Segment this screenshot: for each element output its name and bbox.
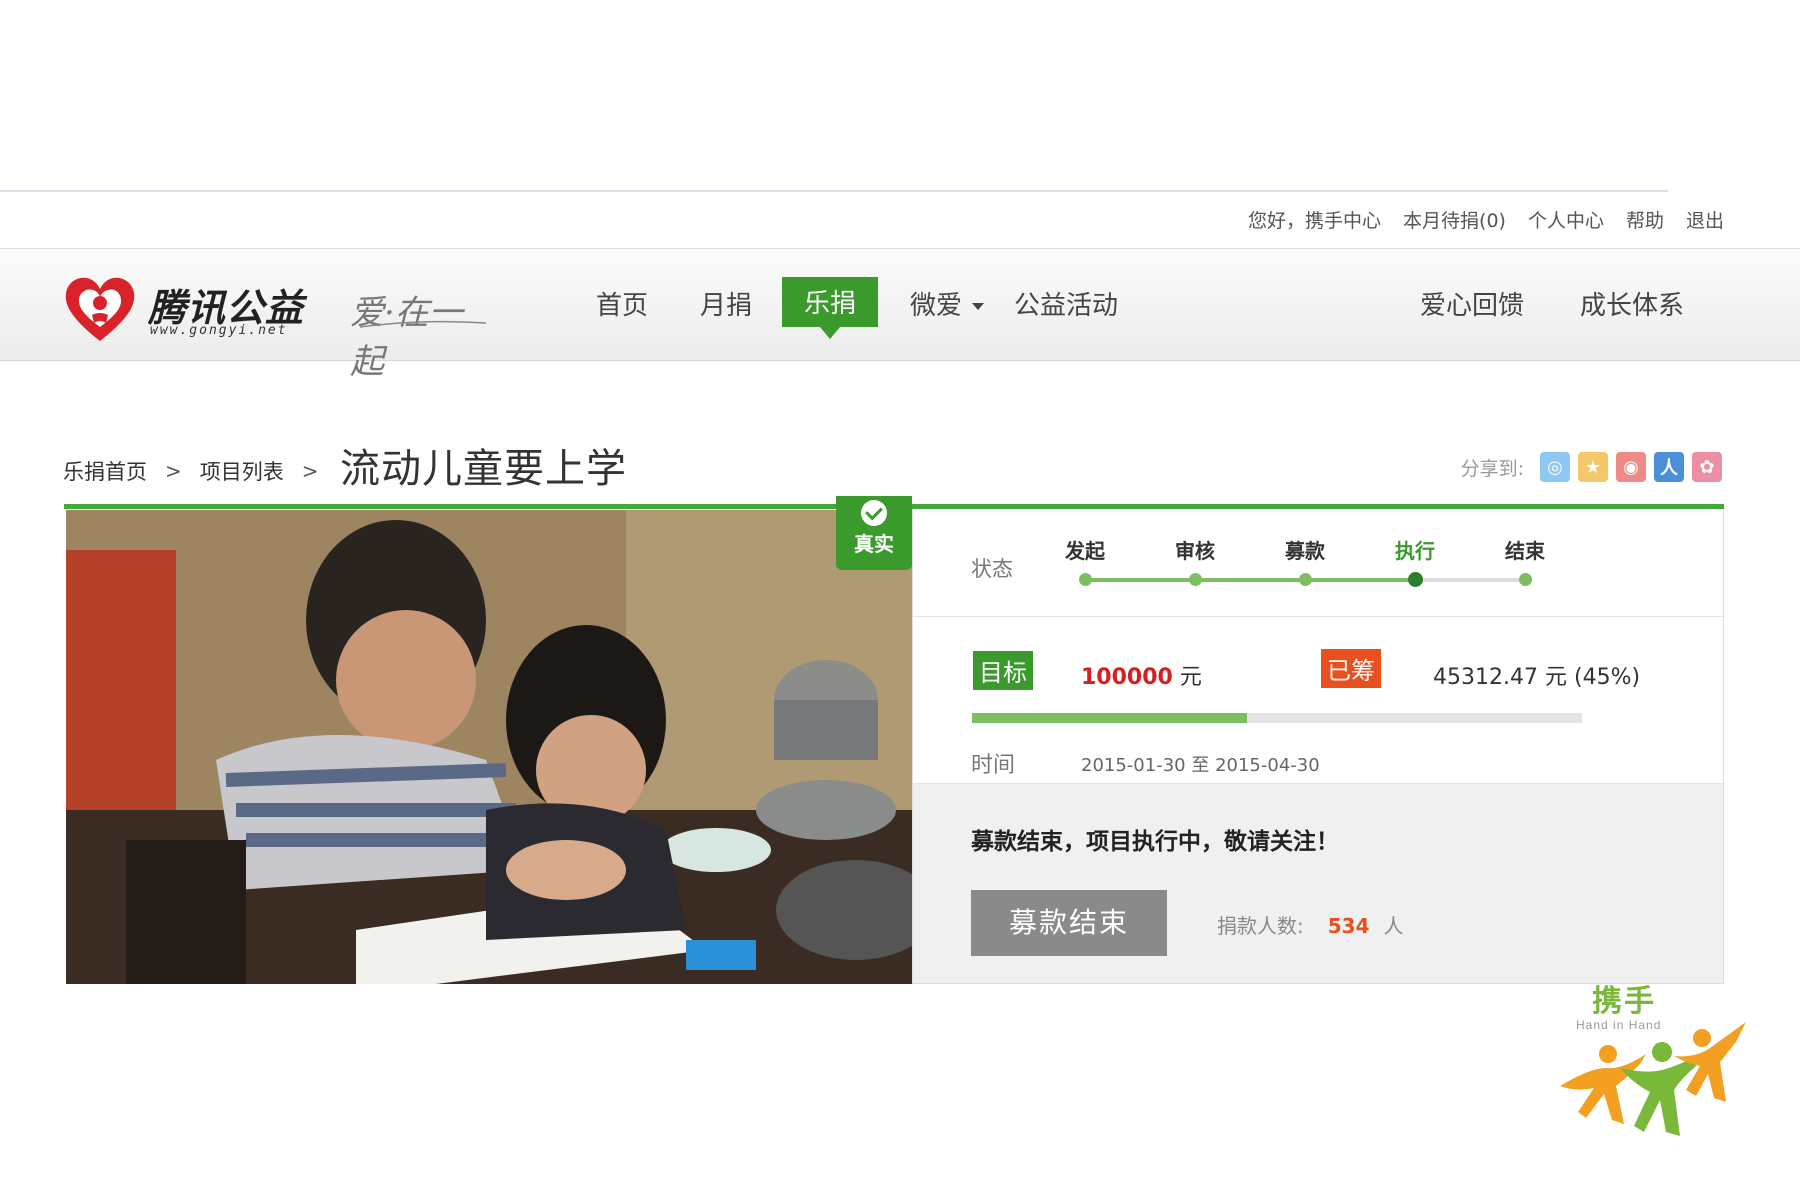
check-icon: [861, 500, 887, 526]
time-range: 2015-01-30 至 2015-04-30: [1081, 751, 1320, 777]
donor-count: 捐款人数: 534 人: [1217, 910, 1404, 939]
time-label: 时间: [971, 753, 1016, 778]
target-amount: 100000 元: [1081, 659, 1202, 691]
raised-percent: (45%): [1574, 665, 1641, 690]
weibo-icon[interactable]: ◉: [1616, 452, 1646, 482]
star-icon[interactable]: ★: [1578, 452, 1608, 482]
nav-weiai-label: 微爱: [910, 291, 963, 321]
fundraising-ended-button[interactable]: 募款结束: [971, 890, 1167, 956]
status-step-dot: [1519, 573, 1532, 586]
help-link[interactable]: 帮助: [1626, 206, 1664, 233]
target-currency: 元: [1179, 665, 1202, 690]
slogan: 爱·在一起: [350, 279, 490, 382]
donor-count-label: 捐款人数:: [1217, 914, 1304, 938]
status-step-dot: [1299, 573, 1312, 586]
project-info-panel: 状态 发起 审核 募款 执行 结束 目标 100000 元 已筹 45312.47 元 …: [912, 509, 1724, 984]
target-tag: 目标: [973, 651, 1033, 690]
breadcrumb-list[interactable]: 项目列表: [200, 456, 284, 486]
children-studying-photo: [66, 510, 912, 984]
nav-monthly[interactable]: 月捐: [700, 285, 752, 322]
donor-count-value: 534: [1327, 914, 1370, 938]
breadcrumb-separator: >: [301, 459, 319, 483]
status-step-label: 结束: [1505, 539, 1545, 563]
brand-url: www.gongyi.net: [150, 323, 288, 338]
closing-section: 募款结束，项目执行中，敬请关注！ 募款结束 捐款人数: 534 人: [913, 783, 1723, 983]
funding-progress-fill: [972, 713, 1247, 723]
time-to: 至: [1191, 755, 1210, 776]
kaixin-icon[interactable]: ✿: [1692, 452, 1722, 482]
qzone-icon[interactable]: ◎: [1540, 452, 1570, 482]
hand-in-hand-watermark: 携手 Hand in Hand: [1550, 974, 1760, 1144]
share-bar: 分享到: ◎ ★ ◉ 人 ✿: [1461, 452, 1722, 482]
target-number: 100000: [1081, 665, 1173, 690]
project-photo: [66, 510, 912, 984]
user-greeting-link[interactable]: 您好，携手中心: [1248, 206, 1381, 233]
pending-donation-link[interactable]: 本月待捐(0): [1403, 206, 1506, 233]
verified-badge: 真实: [836, 496, 912, 570]
share-label: 分享到:: [1460, 457, 1524, 480]
personal-center-link[interactable]: 个人中心: [1528, 206, 1604, 233]
top-divider: [0, 190, 1668, 192]
nav-weiai[interactable]: 微爱: [910, 285, 985, 322]
nav-feedback[interactable]: 爱心回馈: [1420, 285, 1524, 322]
closing-notice: 募款结束，项目执行中，敬请关注！: [971, 829, 1339, 855]
people-figures-icon: [1560, 1022, 1746, 1136]
status-step-dot: [1408, 572, 1423, 587]
logout-link[interactable]: 退出: [1686, 206, 1724, 233]
status-step-dot: [1079, 573, 1092, 586]
status-step-label: 执行: [1395, 539, 1435, 563]
renren-icon[interactable]: 人: [1654, 452, 1684, 482]
status-row: 状态 发起 审核 募款 执行 结束: [913, 509, 1723, 617]
donor-count-unit: 人: [1383, 914, 1404, 938]
nav-home[interactable]: 首页: [596, 285, 648, 322]
main-nav: 腾讯公益 www.gongyi.net 爱·在一起 首页 月捐 乐捐 微爱 公益…: [0, 248, 1800, 382]
user-bar: 您好，携手中心 本月待捐(0) 个人中心 帮助 退出: [1248, 206, 1724, 233]
raised-currency: 元: [1544, 665, 1567, 690]
breadcrumb: 乐捐首页 > 项目列表 >: [63, 456, 319, 486]
slogan-underline-icon: [359, 320, 487, 328]
heart-logo-icon: [65, 277, 135, 341]
nav-growth[interactable]: 成长体系: [1580, 285, 1684, 322]
raised-tag: 已筹: [1321, 649, 1381, 688]
status-step-label: 审核: [1175, 539, 1215, 563]
funding-progress-bar: [972, 713, 1582, 723]
breadcrumb-home[interactable]: 乐捐首页: [63, 456, 147, 486]
tencent-gongyi-logo[interactable]: 腾讯公益 www.gongyi.net: [62, 275, 322, 341]
breadcrumb-separator: >: [165, 459, 182, 483]
status-step-label: 发起: [1065, 539, 1105, 563]
status-step-label: 募款: [1285, 539, 1325, 563]
nav-activities[interactable]: 公益活动: [1014, 285, 1118, 322]
status-label: 状态: [971, 557, 1013, 581]
time-end: 2015-04-30: [1215, 755, 1320, 776]
status-step-dot: [1189, 573, 1202, 586]
raised-number: 45312.47: [1433, 665, 1538, 690]
chevron-down-icon: [972, 303, 985, 310]
verified-label: 真实: [854, 532, 894, 556]
raised-amount: 45312.47 元 (45%): [1433, 659, 1640, 691]
page-title: 流动儿童要上学: [340, 446, 627, 492]
time-start: 2015-01-30: [1081, 755, 1186, 776]
nav-lejuan[interactable]: 乐捐: [782, 277, 879, 339]
status-track-progress: [1085, 578, 1415, 582]
